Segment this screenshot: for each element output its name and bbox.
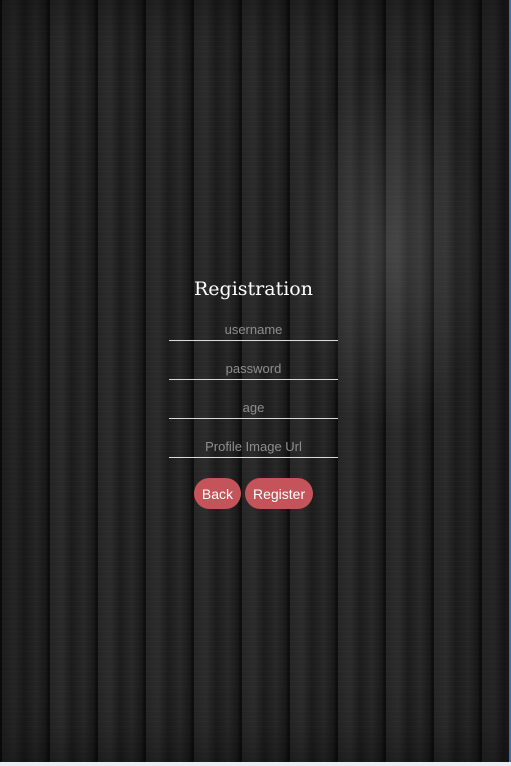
age-input[interactable]	[169, 396, 338, 419]
password-input[interactable]	[169, 357, 338, 380]
registration-form: Registration Back Register	[0, 272, 507, 509]
username-input[interactable]	[169, 318, 338, 341]
register-button[interactable]: Register	[244, 478, 314, 509]
back-button[interactable]: Back	[193, 478, 241, 509]
profile-image-url-input[interactable]	[169, 435, 338, 458]
page-title: Registration	[194, 278, 313, 300]
bottom-strip	[0, 762, 511, 766]
button-row: Back Register	[193, 478, 314, 509]
